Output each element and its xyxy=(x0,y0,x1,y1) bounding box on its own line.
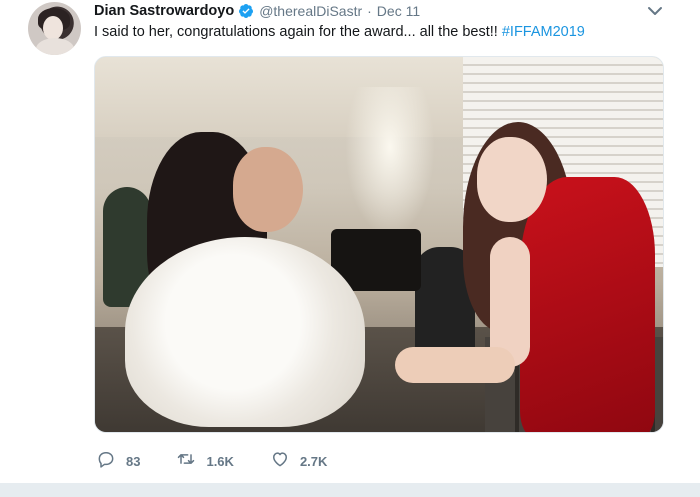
reply-count: 83 xyxy=(126,453,141,469)
retweet-count: 1.6K xyxy=(206,453,234,469)
photo-handshake xyxy=(395,347,515,383)
avatar-face xyxy=(43,16,63,40)
like-count: 2.7K xyxy=(299,453,328,469)
tweet-body: I said to her, congratulations again for… xyxy=(94,24,502,40)
retweet-button[interactable]: 1.6K xyxy=(176,449,234,474)
author-name[interactable]: Dian Sastrowardoyo xyxy=(94,3,234,19)
tweet-actions: 83 1.6K 2.7K xyxy=(96,450,363,472)
retweet-icon xyxy=(176,449,196,474)
photo-left-woman-dress xyxy=(125,237,365,427)
tweet-date[interactable]: Dec 11 xyxy=(377,3,420,19)
avatar-body xyxy=(36,38,74,55)
verified-badge-icon xyxy=(238,3,254,19)
tweet-photo[interactable] xyxy=(94,56,664,433)
reply-button[interactable]: 83 xyxy=(96,449,140,474)
avatar[interactable] xyxy=(28,2,81,55)
photo-window xyxy=(345,87,435,237)
photo-left-woman-face xyxy=(233,147,303,232)
like-button[interactable]: 2.7K xyxy=(270,449,327,474)
heart-icon xyxy=(270,449,290,474)
bottom-divider xyxy=(0,483,700,497)
reply-icon xyxy=(96,449,116,474)
author-handle[interactable]: @therealDiSastr xyxy=(259,3,362,19)
tweet-text: I said to her, congratulations again for… xyxy=(94,23,585,41)
hashtag-link[interactable]: #IFFAM2019 xyxy=(502,24,585,40)
header-separator: · xyxy=(367,3,372,19)
chevron-down-icon[interactable] xyxy=(646,4,664,18)
tweet-header: Dian Sastrowardoyo @therealDiSastr · Dec… xyxy=(94,2,420,20)
tweet[interactable]: Dian Sastrowardoyo @therealDiSastr · Dec… xyxy=(0,0,700,497)
photo-right-woman-dress xyxy=(520,177,655,432)
photo-right-woman-face xyxy=(477,137,547,222)
